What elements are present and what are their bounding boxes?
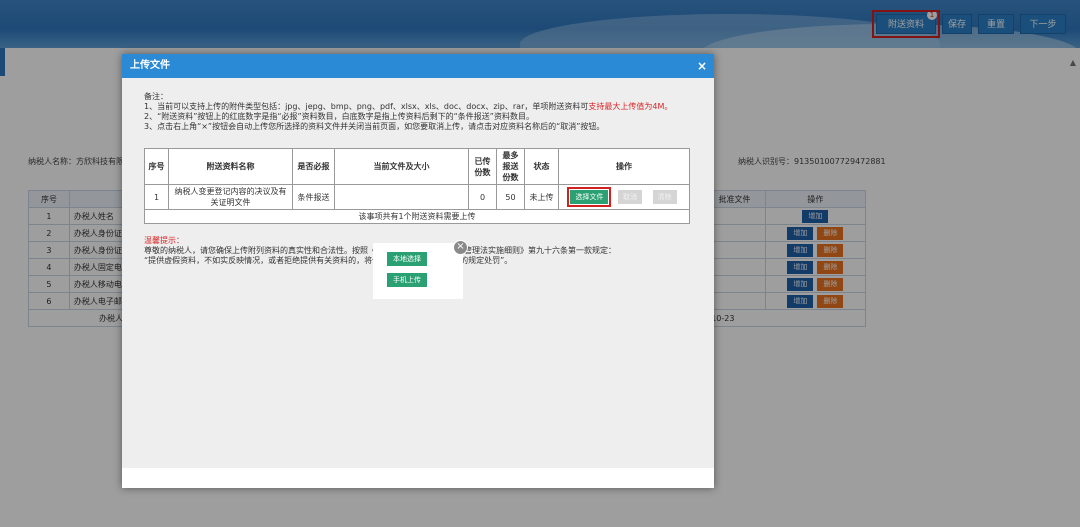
col-ops: 操作 — [558, 148, 690, 185]
notes-section: 备注： 1、当前可以支持上传的附件类型包括：jpg、jepg、bmp、png、p… — [144, 92, 672, 132]
col-name: 附送资料名称 — [168, 148, 293, 185]
col-max: 最多报送份数 — [496, 148, 525, 185]
notes-line-2: 2、“附送资料”按钮上的红底数字是指“必报”资料数目，白底数字是指上传资料后剩下… — [144, 112, 534, 121]
col-status: 状态 — [524, 148, 559, 185]
dialog-title: 上传文件 — [130, 60, 170, 71]
col-current-file: 当前文件及大小 — [334, 148, 469, 185]
close-icon[interactable]: × — [697, 54, 707, 78]
summary-row: 该事项共有1个附送资料需要上传 — [144, 209, 690, 224]
row-status: 未上传 — [524, 184, 559, 210]
row-max: 50 — [496, 184, 525, 210]
mobile-upload-button[interactable]: 手机上传 — [387, 273, 427, 287]
upload-source-popup: 本地选择 手机上传 — [373, 243, 463, 299]
summary-text: 该事项共有1个附送资料需要上传 — [144, 209, 690, 224]
row-required: 条件报送 — [292, 184, 335, 210]
col-uploaded: 已传份数 — [468, 148, 497, 185]
row-ops: 选择文件 取消 清除 — [558, 184, 690, 210]
notes-size-limit: 支持最大上传值为4M。 — [588, 102, 673, 111]
table-row: 1 纳税人变更登记内容的决议及有关证明文件 条件报送 0 50 未上传 选择文件… — [144, 184, 690, 210]
clear-button[interactable]: 清除 — [652, 190, 677, 204]
cancel-button[interactable]: 取消 — [618, 190, 642, 204]
row-current-file — [334, 184, 469, 210]
choose-file-button[interactable]: 选择文件 — [570, 190, 609, 204]
notes-line-1-text: 1、当前可以支持上传的附件类型包括：jpg、jepg、bmp、png、pdf、x… — [144, 102, 589, 111]
notes-heading: 备注： — [144, 92, 168, 101]
row-name: 纳税人变更登记内容的决议及有关证明文件 — [168, 184, 293, 210]
dialog-titlebar: 上传文件 × — [122, 54, 714, 78]
row-uploaded: 0 — [468, 184, 497, 210]
local-select-button[interactable]: 本地选择 — [387, 252, 427, 266]
notes-line-3: 3、点击右上角“×”按钮会自动上传您所选择的资料文件并关闭当前页面，如您要取消上… — [144, 122, 605, 131]
upload-table: 序号 附送资料名称 是否必报 当前文件及大小 已传份数 最多报送份数 状态 操作… — [144, 148, 690, 224]
notes-line-1: 1、当前可以支持上传的附件类型包括：jpg、jepg、bmp、png、pdf、x… — [144, 102, 672, 112]
upload-table-header: 序号 附送资料名称 是否必报 当前文件及大小 已传份数 最多报送份数 状态 操作 — [144, 148, 690, 185]
row-no: 1 — [144, 184, 169, 210]
col-no: 序号 — [144, 148, 169, 185]
popup-close-icon[interactable]: × — [453, 240, 468, 255]
col-required: 是否必报 — [292, 148, 335, 185]
dialog-footer — [122, 468, 714, 488]
choose-file-highlight: 选择文件 — [567, 187, 612, 207]
